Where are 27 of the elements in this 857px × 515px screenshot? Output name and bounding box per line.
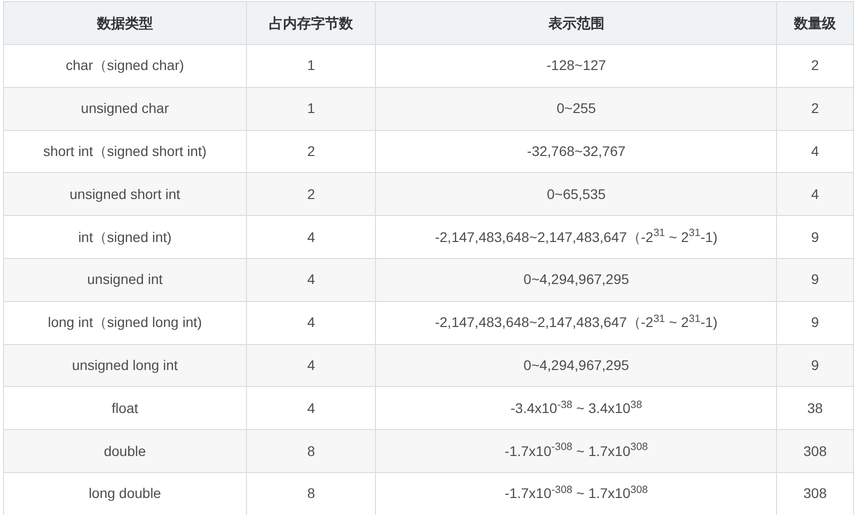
table-cell: int（signed int) — [4, 216, 246, 258]
column-header: 表示范围 — [376, 2, 777, 44]
table-cell: -2,147,483,648~2,147,483,647（-2$^{31}$ ~ 2$^{31}$-1) — [376, 301, 777, 344]
table-cell: 1 — [246, 87, 376, 130]
table-cell: double — [4, 430, 246, 472]
column-header: 数据类型 — [4, 2, 246, 44]
table-cell: 8 — [246, 430, 376, 472]
table-cell: long int（signed long int) — [4, 301, 246, 344]
table-cell: 308 — [776, 430, 854, 472]
table-cell: 2 — [776, 44, 854, 88]
table-cell: unsigned char — [4, 87, 246, 130]
table-cell: -2,147,483,648~2,147,483,647（-2$^{31}$ ~ 2$^{31}$-1) — [376, 216, 777, 258]
table-cell: 9 — [776, 216, 854, 258]
table-cell: 1 — [246, 44, 376, 88]
table-cell: 4 — [246, 216, 376, 258]
table-cell: 9 — [776, 258, 854, 302]
table-cell: char（signed char) — [4, 44, 246, 88]
table-cell: 4 — [246, 258, 376, 302]
table-cell: 2 — [776, 87, 854, 130]
table-cell: 4 — [246, 301, 376, 344]
table-cell: -128~127 — [376, 44, 777, 88]
table-cell: long double — [4, 472, 246, 515]
table-cell: unsigned int — [4, 258, 246, 302]
table-cell: -1.7x10$^{-308}$ ~ 1.7x10$^{308}$ — [376, 430, 777, 472]
table-cell: 0~255 — [376, 87, 777, 130]
table-cell: 0~4,294,967,295 — [376, 258, 777, 302]
table-cell: 9 — [776, 301, 854, 344]
